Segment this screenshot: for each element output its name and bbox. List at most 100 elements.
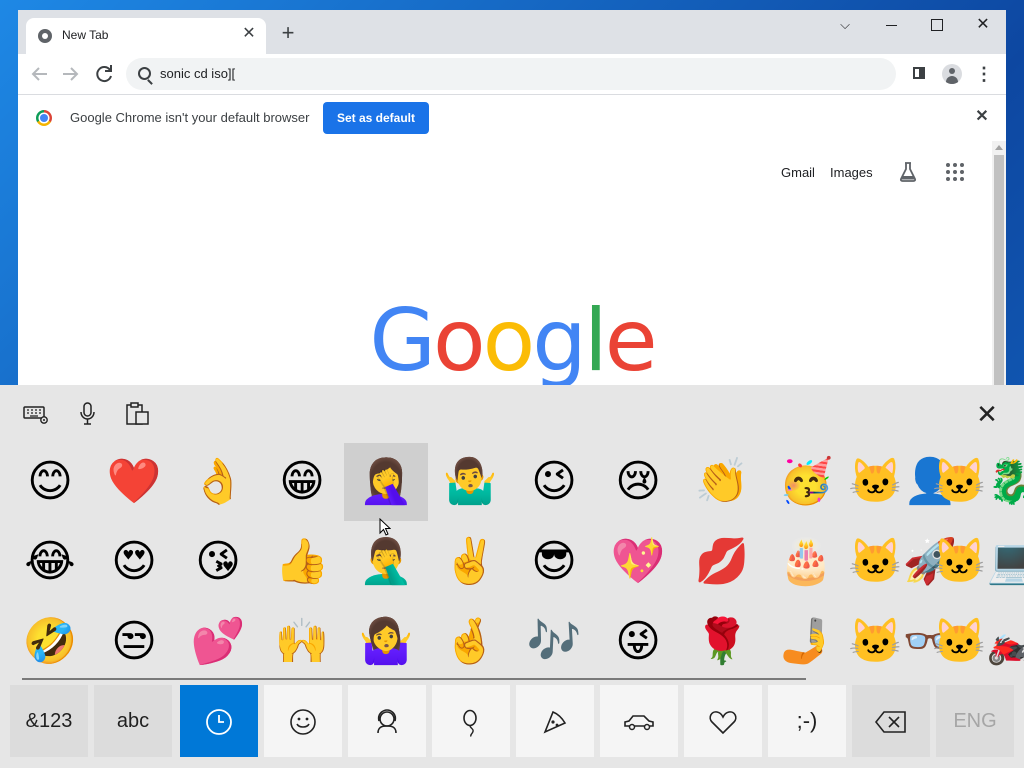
emoji-key[interactable]: ✌️ (428, 523, 512, 601)
emoji-key[interactable]: 😢 (596, 443, 680, 521)
google-logo-letter: G (369, 291, 436, 391)
language-key[interactable]: ENG (936, 685, 1014, 757)
symbols-key[interactable]: &123 (10, 685, 88, 757)
page-scrollbar[interactable] (992, 141, 1006, 410)
gmail-link[interactable]: Gmail (781, 165, 815, 180)
emoji-key[interactable]: 🐱‍👤 (848, 443, 958, 521)
side-panel-icon[interactable] (908, 62, 932, 86)
food-tab[interactable] (516, 685, 594, 757)
abc-key[interactable]: abc (94, 685, 172, 757)
backspace-key[interactable] (852, 685, 930, 757)
smiley-icon (290, 708, 316, 735)
emoji-key[interactable]: 🌹 (680, 603, 764, 681)
scroll-up-arrow-icon[interactable] (995, 145, 1003, 150)
tab-search-dropdown-icon[interactable]: ⌵ (822, 10, 868, 42)
google-logo-letter: o (482, 291, 536, 391)
recent-emoji-tab[interactable] (180, 685, 258, 757)
pizza-icon (543, 710, 567, 734)
infobar-message: Google Chrome isn't your default browser (70, 110, 310, 125)
emoji-key[interactable]: 🐱‍🏍 (932, 603, 1024, 681)
emoji-key[interactable]: 💋 (680, 523, 764, 601)
celebration-tab[interactable] (432, 685, 510, 757)
keyboard-category-row: &123 abc ;-) ENG (10, 685, 1014, 757)
mouse-pointer-icon (379, 518, 391, 536)
google-logo-letter: o (432, 291, 486, 391)
car-icon (624, 714, 654, 730)
emoji-key[interactable]: 🤳 (764, 603, 848, 681)
people-tab[interactable] (348, 685, 426, 757)
scroll-thumb[interactable] (994, 155, 1004, 405)
emoticon-tab[interactable]: ;-) (768, 685, 846, 757)
person-icon (377, 708, 397, 733)
emoji-key[interactable]: 😎 (512, 523, 596, 601)
set-as-default-button[interactable]: Set as default (323, 102, 429, 134)
emoji-key[interactable]: 👌 (176, 443, 260, 521)
emoji-key[interactable]: 😒 (92, 603, 176, 681)
emoji-key[interactable]: 🙌 (260, 603, 344, 681)
emoji-key[interactable]: 🤣 (8, 603, 92, 681)
emoji-key[interactable]: 🤞 (428, 603, 512, 681)
keyboard-close-icon[interactable]: ✕ (972, 399, 1002, 429)
tab-new-tab[interactable]: New Tab ✕ (26, 18, 266, 54)
google-logo-letter: e (604, 291, 658, 391)
minimize-icon (885, 24, 897, 26)
emoji-key[interactable]: 😜 (596, 603, 680, 681)
emoticon-label: ;-) (796, 708, 818, 733)
images-link[interactable]: Images (830, 165, 873, 180)
emoji-key[interactable]: 💖 (596, 523, 680, 601)
emoji-key[interactable]: ❤️ (92, 443, 176, 521)
address-bar[interactable]: sonic cd iso][ (126, 58, 896, 90)
profile-avatar-icon[interactable] (940, 62, 964, 86)
emoji-key[interactable]: 🐱‍👓 (848, 603, 958, 681)
google-apps-icon[interactable] (946, 163, 964, 181)
tab-close-icon[interactable]: ✕ (240, 25, 258, 43)
google-logo-letter: l (583, 291, 608, 391)
emoji-key[interactable]: 😁 (260, 443, 344, 521)
emoji-key[interactable]: 🎂 (764, 523, 848, 601)
clipboard-icon[interactable] (124, 401, 152, 427)
emoji-key[interactable]: 💕 (176, 603, 260, 681)
emoji-grid-scrollbar[interactable] (22, 678, 806, 680)
forward-button[interactable] (58, 62, 82, 86)
tab-title: New Tab (62, 28, 109, 42)
google-logo-letter: g (532, 291, 587, 391)
emoji-key[interactable]: 😍 (92, 523, 176, 601)
back-button[interactable] (28, 62, 52, 86)
keyboard-settings-icon[interactable] (22, 401, 50, 427)
emoji-key[interactable]: 🥳 (764, 443, 848, 521)
back-arrow-icon (31, 67, 47, 81)
labs-flask-icon[interactable] (898, 161, 918, 183)
microphone-icon[interactable] (74, 401, 102, 427)
new-tab-button[interactable]: + (276, 22, 300, 46)
transport-tab[interactable] (600, 685, 678, 757)
new-tab-page: Gmail Images Google (18, 141, 1006, 410)
emoji-grid: 😊 ❤️ 👌 😁 🤦‍♀️ 🤷‍♂️ 😉 😢 👏 🥳 🐱‍👤 🐱‍🐉 😂 😍 😘 👍 🤦‍♂️ ✌️ 😎 💖 💋 🎂 🐱‍🚀… (8, 443, 1024, 681)
emoji-key[interactable]: 🤦‍♀️ (344, 443, 428, 521)
backspace-icon (874, 710, 906, 733)
emoji-key[interactable]: 😘 (176, 523, 260, 601)
emoji-key[interactable]: 👍 (260, 523, 344, 601)
chrome-logo-icon (36, 110, 52, 126)
emoji-key[interactable]: 😊 (8, 443, 92, 521)
minimize-button[interactable] (868, 10, 914, 42)
emoji-key[interactable]: 👏 (680, 443, 764, 521)
infobar-close-icon[interactable]: ✕ (972, 107, 992, 127)
chrome-menu-icon[interactable]: ⋮ (972, 62, 996, 86)
emoji-key[interactable]: 😉 (512, 443, 596, 521)
browser-toolbar: sonic cd iso][ ⋮ (18, 54, 1006, 94)
emoji-key[interactable]: 🐱‍🚀 (848, 523, 958, 601)
reload-button[interactable] (92, 62, 116, 86)
emoji-key[interactable]: 😂 (8, 523, 92, 601)
emoji-key[interactable]: 🐱‍🐉 (932, 443, 1024, 521)
close-window-button[interactable]: ✕ (960, 10, 1006, 42)
chrome-favicon-icon (38, 29, 52, 43)
emoji-key[interactable]: 🤷‍♂️ (428, 443, 512, 521)
smileys-tab[interactable] (264, 685, 342, 757)
symbols-hearts-tab[interactable] (684, 685, 762, 757)
heart-icon (709, 710, 737, 734)
maximize-button[interactable] (914, 10, 960, 42)
emoji-key[interactable]: 🤷‍♀️ (344, 603, 428, 681)
emoji-key[interactable]: 🐱‍💻 (932, 523, 1024, 601)
clock-icon (206, 708, 232, 735)
emoji-key[interactable]: 🎶 (512, 603, 596, 681)
